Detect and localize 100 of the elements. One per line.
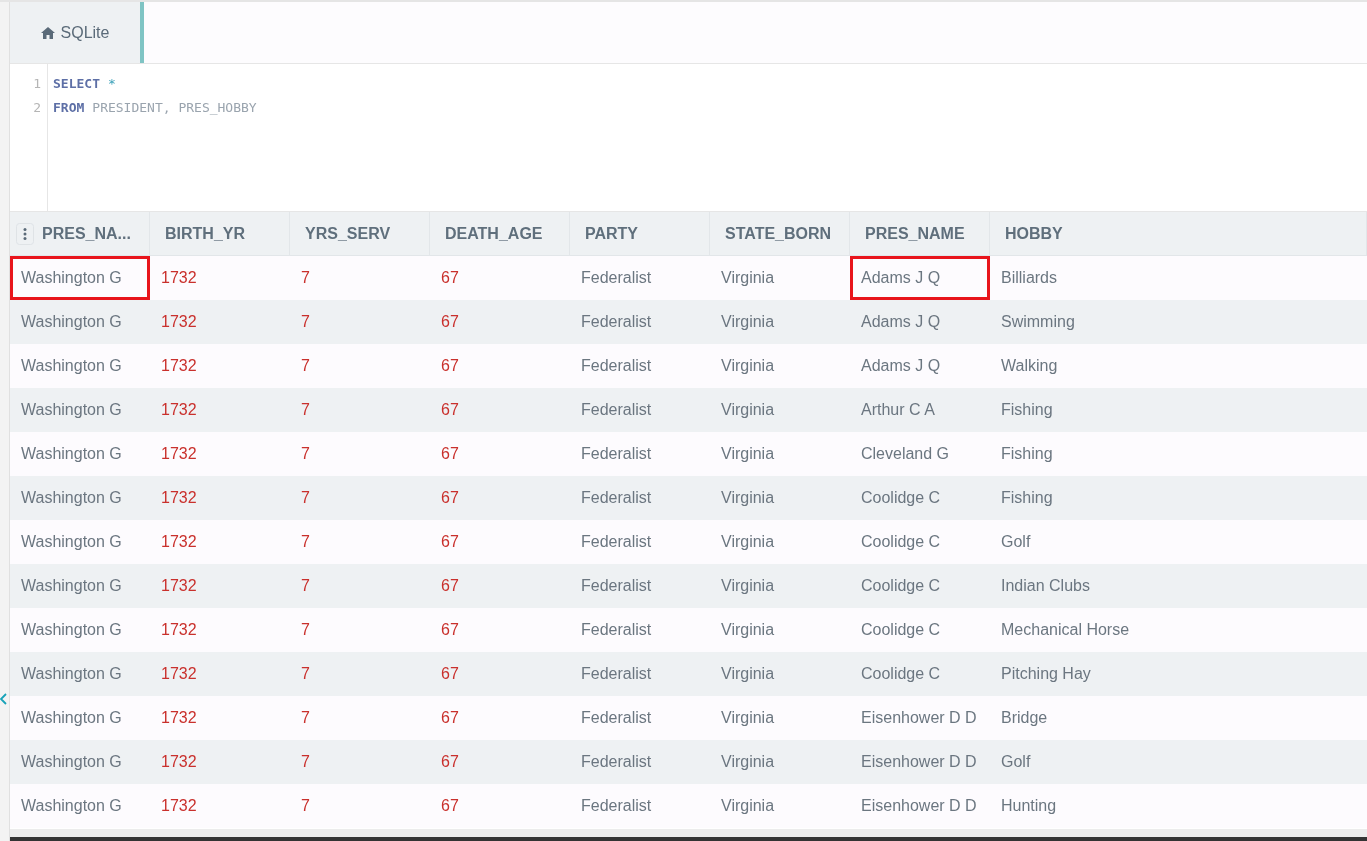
table-cell-text: 1732 — [160, 400, 198, 420]
column-header[interactable]: YRS_SERV — [305, 221, 391, 246]
table-cell-text: 7 — [300, 356, 311, 376]
table-cell-text: Washington G — [20, 576, 123, 596]
table-cell-text: 1732 — [160, 444, 198, 464]
column-header[interactable]: HOBBY — [1005, 221, 1063, 246]
table-cell-text: Washington G — [20, 752, 123, 772]
column-header[interactable]: PRES_NAME — [865, 221, 965, 246]
table-cell-text: Virginia — [720, 444, 776, 464]
table-cell-text: Fishing — [1000, 488, 1054, 508]
table-cell-text: 1732 — [160, 532, 198, 552]
table-cell-text: Federalist — [580, 664, 653, 684]
column-header[interactable]: PRES_NA... — [42, 221, 131, 246]
table-cell-text: Federalist — [580, 268, 653, 288]
table-cell-text: 7 — [300, 796, 311, 816]
table-cell-text: Federalist — [580, 444, 653, 464]
table-cell-text: 67 — [440, 796, 460, 816]
table-cell-text: Walking — [1000, 356, 1059, 376]
home-icon — [40, 26, 55, 39]
table-cell-text: 7 — [300, 444, 311, 464]
table-cell-text: 1732 — [160, 664, 198, 684]
sqlite-tab[interactable]: SQLite — [10, 2, 144, 63]
table-cell-text: Coolidge C — [860, 532, 942, 552]
table-cell-text: Virginia — [720, 708, 776, 728]
table-cell-text: 1732 — [160, 796, 198, 816]
table-cell-text: Pitching Hay — [1000, 664, 1092, 684]
table-cell-text: 7 — [300, 664, 311, 684]
table-cell-text: 67 — [440, 444, 460, 464]
table-cell-text: Washington G — [20, 620, 123, 640]
table-cell-text: 67 — [440, 400, 460, 420]
table-cell-text: 7 — [300, 532, 311, 552]
column-header[interactable]: BIRTH_YR — [165, 221, 245, 246]
column-header[interactable]: DEATH_AGE — [445, 221, 543, 246]
table-cell-text: 1732 — [160, 268, 198, 288]
table-cell-text: Virginia — [720, 620, 776, 640]
table-cell-text: 67 — [440, 576, 460, 596]
table-cell-text: Swimming — [1000, 312, 1076, 332]
table-cell-text: Federalist — [580, 620, 653, 640]
table-cell: Washington G — [10, 256, 150, 300]
table-cell-text: Mechanical Horse — [1000, 620, 1131, 640]
table-cell-text: 1732 — [160, 752, 198, 772]
table-cell-text: Arthur C A — [860, 400, 936, 420]
table-cell-text: Virginia — [720, 400, 776, 420]
table-cell-text: Billiards — [1000, 268, 1058, 288]
table-cell-text: Eisenhower D D — [860, 796, 978, 816]
table-cell-text: Federalist — [580, 708, 653, 728]
code-token: * — [107, 75, 116, 93]
table-cell-text: 67 — [440, 356, 460, 376]
table-cell-text: 7 — [300, 400, 311, 420]
table-cell-text: Golf — [1000, 752, 1032, 772]
table-cell-text: 7 — [300, 312, 311, 332]
table-cell-text: Federalist — [580, 312, 653, 332]
code-token: FROM — [53, 99, 85, 117]
table-cell-text: 7 — [300, 576, 311, 596]
column-menu-icon[interactable] — [16, 222, 34, 245]
column-header[interactable]: PARTY — [585, 221, 639, 246]
table-cell-text: Eisenhower D D — [860, 708, 978, 728]
column-header[interactable]: STATE_BORN — [725, 221, 832, 246]
table-cell-text: 67 — [440, 312, 460, 332]
table-cell-text: Federalist — [580, 356, 653, 376]
table-cell-text: Washington G — [20, 488, 123, 508]
table-cell-text: 7 — [300, 268, 311, 288]
table-cell-text: 67 — [440, 488, 460, 508]
table-cell-text: Cleveland G — [860, 444, 951, 464]
table-cell-text: Virginia — [720, 796, 776, 816]
horizontal-scrollbar[interactable] — [10, 829, 1367, 841]
table-cell-text: 67 — [440, 708, 460, 728]
table-cell-text: Virginia — [720, 532, 776, 552]
table-cell-text: Virginia — [720, 488, 776, 508]
table-cell-text: Indian Clubs — [1000, 576, 1091, 596]
table-cell-text: Eisenhower D D — [860, 752, 978, 772]
table-cell-text: 1732 — [160, 620, 198, 640]
table-cell-text: Coolidge C — [860, 664, 942, 684]
table-cell-text: 1732 — [160, 488, 198, 508]
table-cell-text: 7 — [300, 708, 311, 728]
table-cell-text: Golf — [1000, 532, 1032, 552]
table-cell-text: Federalist — [580, 752, 653, 772]
table-cell-text: 67 — [440, 620, 460, 640]
table-cell-text: 1732 — [160, 312, 198, 332]
table-cell-text: 1732 — [160, 356, 198, 376]
table-cell-text: Federalist — [580, 400, 653, 420]
table-cell-text: Washington G — [20, 532, 123, 552]
table-cell-text: 67 — [440, 532, 460, 552]
code-token: SELECT — [53, 75, 100, 93]
table-cell-text: Adams J Q — [860, 356, 942, 376]
line-number: 1 — [32, 75, 42, 93]
table-cell-text: Coolidge C — [860, 620, 942, 640]
table-cell-text: Virginia — [720, 268, 776, 288]
table-cell-text: 7 — [300, 488, 311, 508]
table-cell-text: 1732 — [160, 576, 198, 596]
table-cell-text: 67 — [440, 664, 460, 684]
table-cell-text: Coolidge C — [860, 576, 942, 596]
table-cell-text: Coolidge C — [860, 488, 942, 508]
table-cell-text: Fishing — [1000, 444, 1054, 464]
table-cell: Adams J Q — [850, 256, 990, 300]
table-cell-text: Federalist — [580, 796, 653, 816]
table-cell-text: Bridge — [1000, 708, 1049, 728]
table-cell-text: Fishing — [1000, 400, 1054, 420]
table-cell-text: 67 — [440, 268, 460, 288]
table-cell-text: Washington G — [20, 796, 123, 816]
